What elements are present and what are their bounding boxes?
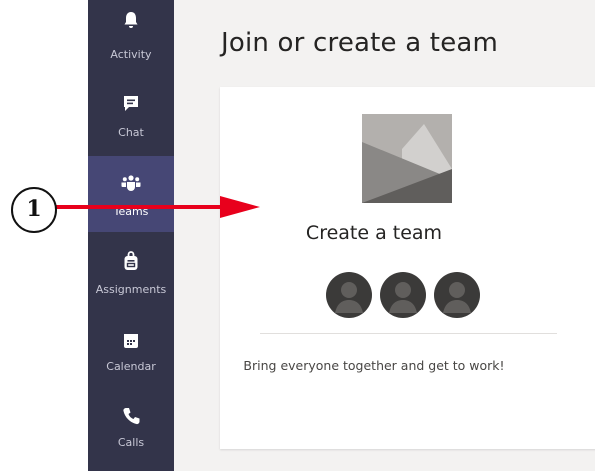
nav-activity-label: Activity bbox=[110, 48, 152, 61]
nav-chat-label: Chat bbox=[118, 126, 144, 139]
calendar-icon bbox=[124, 334, 138, 348]
nav-calendar-label: Calendar bbox=[106, 360, 156, 373]
main-content: Join or create a team Create a team Brin… bbox=[174, 0, 595, 471]
annotation-callout: 1 bbox=[11, 187, 57, 233]
page-title: Join or create a team bbox=[221, 28, 499, 58]
annotation-arrow bbox=[55, 196, 260, 218]
chat-icon bbox=[124, 96, 138, 111]
nav-assignments-label: Assignments bbox=[95, 283, 167, 296]
assignments-icon bbox=[124, 251, 138, 270]
member-avatars bbox=[326, 272, 480, 318]
nav-activity[interactable]: Activity bbox=[88, 0, 174, 76]
create-team-description: Bring everyone together and get to work! bbox=[243, 358, 505, 373]
nav-calls[interactable]: Calls bbox=[88, 390, 174, 466]
app-rail: Activity Chat Teams Assignments Calendar… bbox=[88, 0, 174, 471]
avatar-icon bbox=[326, 272, 372, 318]
create-team-card[interactable]: Create a team Bring everyone together an… bbox=[220, 87, 595, 449]
phone-icon bbox=[123, 408, 140, 425]
teams-icon bbox=[121, 175, 141, 191]
nav-chat[interactable]: Chat bbox=[88, 76, 174, 152]
nav-assignments[interactable]: Assignments bbox=[88, 237, 174, 313]
bell-icon bbox=[124, 12, 138, 28]
team-image-placeholder-icon bbox=[362, 114, 452, 203]
avatar-icon bbox=[380, 272, 426, 318]
create-team-title: Create a team bbox=[305, 222, 443, 244]
nav-calls-label: Calls bbox=[117, 436, 145, 449]
nav-calendar[interactable]: Calendar bbox=[88, 314, 174, 390]
avatar-icon bbox=[434, 272, 480, 318]
card-divider bbox=[260, 333, 557, 334]
